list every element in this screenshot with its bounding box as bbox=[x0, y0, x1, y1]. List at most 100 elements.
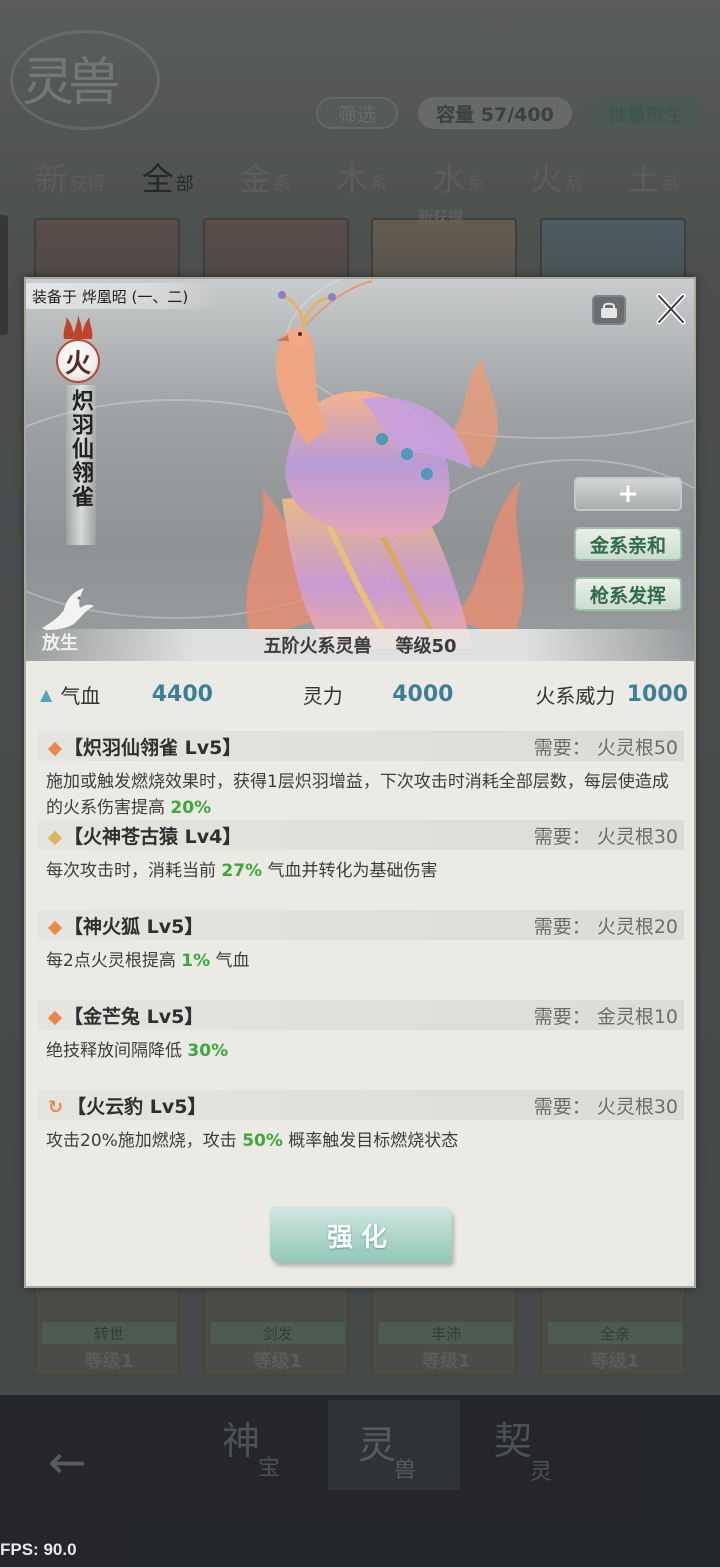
skill-header: 【神火狐 Lv5】 需要： 火灵根20 bbox=[38, 910, 684, 940]
element-badge: 火 bbox=[56, 339, 100, 383]
batch-release-button[interactable]: 批量放生 bbox=[590, 97, 702, 129]
beast-rank-caption: 五阶火系灵兽 等级50 bbox=[26, 629, 694, 661]
tab-wood[interactable]: 木系 bbox=[313, 150, 410, 200]
tab-label: 火 bbox=[530, 160, 563, 198]
skill-entry: ↻ 【火云豹 Lv5】 需要： 火灵根30 攻击20%施加燃烧，攻击 50% 概率… bbox=[38, 1090, 684, 1154]
metal-affinity-button[interactable]: 金系亲和 bbox=[574, 527, 682, 561]
skill-desc-text: 施加或触发燃烧效果时，获得1层炽羽增益，下次攻击时消耗全部层数，每层使造成的火系… bbox=[46, 772, 669, 818]
card-level: 等级1 bbox=[590, 1351, 640, 1372]
beast-level: 等级50 bbox=[395, 636, 457, 657]
tab-label: 金 bbox=[238, 160, 271, 198]
skill-header: 【火神苍古猿 Lv4】 需要： 火灵根30 bbox=[38, 820, 684, 850]
upgrade-triangle-icon: ▲ bbox=[40, 684, 53, 704]
skill-name: 【神火狐 Lv5】 bbox=[64, 915, 204, 938]
skill-entry: 【神火狐 Lv5】 需要： 火灵根20 每2点火灵根提高 1% 气血 bbox=[38, 910, 684, 974]
fire-diamond-icon bbox=[47, 741, 63, 756]
tab-label-suffix: 系 bbox=[467, 174, 486, 195]
beast-card[interactable]: 全亲 等级1 bbox=[539, 1290, 686, 1376]
skill-desc-text: 概率触发目标燃烧状态 bbox=[282, 1131, 459, 1151]
skill-desc-highlight: 1% bbox=[181, 951, 211, 971]
card-trait-tag: 全亲 bbox=[547, 1322, 682, 1344]
tab-label-suffix: 系 bbox=[661, 174, 680, 195]
skill-desc-highlight: 30% bbox=[187, 1041, 229, 1061]
back-arrow-icon[interactable]: ← bbox=[48, 1435, 87, 1489]
tab-label-suffix: 系 bbox=[370, 174, 388, 195]
skill-desc-text: 每次攻击时，消耗当前 bbox=[46, 861, 222, 881]
skill-desc-text: 气血 bbox=[210, 951, 250, 971]
skill-description: 攻击20%施加燃烧，攻击 50% 概率触发目标燃烧状态 bbox=[38, 1120, 684, 1154]
nav-label-suffix: 宝 bbox=[258, 1456, 281, 1481]
card-level: 等级1 bbox=[84, 1351, 134, 1372]
tab-label-suffix: 系 bbox=[272, 174, 291, 195]
fire-diamond-icon bbox=[47, 1010, 63, 1025]
card-level: 等级1 bbox=[422, 1351, 471, 1372]
skill-name: 【金芒兔 Lv5】 bbox=[64, 1005, 204, 1028]
skill-description: 绝技释放间隔降低 30% bbox=[38, 1030, 684, 1064]
skill-requirement: 需要： 火灵根50 bbox=[533, 736, 678, 759]
strengthen-button[interactable]: 强化 bbox=[270, 1207, 452, 1263]
gold-diamond-icon bbox=[47, 830, 63, 845]
hp-value: 4400 bbox=[151, 681, 213, 707]
filter-button[interactable]: 筛选 bbox=[316, 97, 398, 129]
skill-desc-highlight: 20% bbox=[170, 798, 212, 818]
nav-spirit-beast[interactable]: 灵 兽 bbox=[328, 1400, 460, 1490]
skill-desc-text: 气血并转化为基础伤害 bbox=[262, 861, 438, 881]
card-trait-tag: 转世 bbox=[42, 1322, 176, 1344]
tab-label: 全 bbox=[141, 160, 174, 198]
skill-name: 【炽羽仙翎雀 Lv5】 bbox=[64, 736, 242, 759]
nav-label: 灵 bbox=[358, 1423, 397, 1467]
beast-card[interactable]: 转世 等级1 bbox=[34, 1290, 180, 1376]
screen-logo-title: 灵兽 bbox=[22, 53, 120, 113]
tab-all[interactable]: 全部 bbox=[119, 150, 216, 200]
skill-requirement: 需要： 火灵根30 bbox=[533, 825, 678, 848]
tab-earth[interactable]: 土系 bbox=[605, 150, 702, 200]
beast-name: 炽羽仙翎雀 bbox=[66, 385, 96, 545]
refresh-icon: ↻ bbox=[48, 1096, 64, 1118]
beast-card[interactable] bbox=[34, 218, 180, 280]
beast-card[interactable] bbox=[371, 218, 518, 280]
beast-card[interactable] bbox=[539, 218, 686, 280]
stats-row: ▲ 气血 4400 灵力 4000 火系威力 1000 bbox=[38, 677, 688, 711]
nav-label: 契 bbox=[494, 1419, 533, 1463]
nav-label-suffix: 灵 bbox=[530, 1460, 553, 1485]
beast-card-row-bottom: 转世 等级1 剑发 等级1 丰沛 等级1 全亲 等级1 bbox=[34, 1290, 686, 1380]
beast-card[interactable] bbox=[202, 218, 349, 280]
beast-portrait-panel: 装备于 烨凰昭 (一、二) 火 炽羽仙翎雀 放生 + 金系亲和 枪系发挥 五阶火… bbox=[26, 279, 694, 661]
tab-label-suffix: 部 bbox=[175, 174, 194, 195]
skill-requirement: 需要： 火灵根20 bbox=[533, 915, 678, 938]
tab-fire[interactable]: 火系 bbox=[508, 150, 605, 200]
skill-entry: 【金芒兔 Lv5】 需要： 金灵根10 绝技释放间隔降低 30% bbox=[38, 1000, 684, 1064]
nav-label-suffix: 兽 bbox=[394, 1458, 417, 1483]
new-tag: 新获得 bbox=[418, 208, 464, 226]
skill-requirement: 需要： 火灵根30 bbox=[533, 1095, 678, 1118]
gun-mastery-button[interactable]: 枪系发挥 bbox=[574, 577, 682, 611]
tab-label-suffix: 系 bbox=[564, 174, 583, 195]
hp-label: 气血 bbox=[60, 683, 101, 708]
tab-water[interactable]: 水系 bbox=[411, 150, 508, 200]
nav-pact-spirit[interactable]: 契 灵 bbox=[494, 1410, 624, 1490]
capacity-indicator: 容量 57/400 bbox=[418, 97, 572, 129]
beast-card[interactable]: 丰沛 等级1 bbox=[371, 1290, 518, 1376]
skill-name: 【火神苍古猿 Lv4】 bbox=[64, 825, 242, 848]
tab-metal[interactable]: 金系 bbox=[216, 150, 313, 200]
card-trait-tag: 剑发 bbox=[210, 1322, 345, 1344]
tab-new[interactable]: 新获得 bbox=[22, 150, 119, 200]
side-drawer-handle[interactable] bbox=[0, 215, 8, 335]
skill-desc-text: 每2点火灵根提高 bbox=[46, 951, 182, 971]
card-trait-tag: 丰沛 bbox=[379, 1322, 514, 1344]
skill-desc-text: 攻击20%施加燃烧，攻击 bbox=[46, 1131, 243, 1151]
tab-label: 土 bbox=[627, 160, 660, 198]
lock-button[interactable] bbox=[592, 295, 626, 325]
skill-desc-text: 绝技释放间隔降低 bbox=[46, 1041, 188, 1061]
fire-power-value: 1000 bbox=[626, 681, 688, 707]
skill-description: 每2点火灵根提高 1% 气血 bbox=[38, 940, 684, 974]
card-level: 等级1 bbox=[253, 1351, 302, 1372]
add-affinity-button[interactable]: + bbox=[574, 477, 682, 511]
tab-label: 水 bbox=[433, 160, 466, 198]
beast-card[interactable]: 剑发 等级1 bbox=[202, 1290, 349, 1376]
skill-description: 每次攻击时，消耗当前 27% 气血并转化为基础伤害 bbox=[38, 850, 684, 884]
nav-label: 神 bbox=[222, 1419, 261, 1463]
beast-card-row-top bbox=[34, 218, 686, 280]
tab-label: 木 bbox=[335, 160, 368, 198]
close-icon[interactable] bbox=[652, 291, 688, 327]
